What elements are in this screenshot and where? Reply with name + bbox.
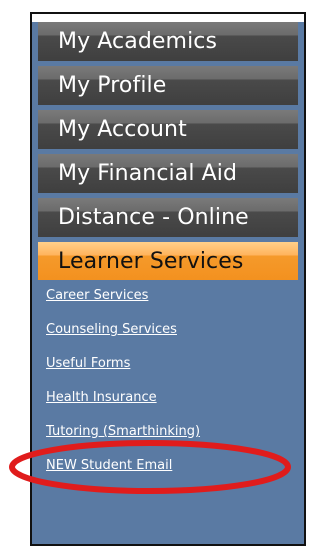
sub-link-tutoring-smarthinking[interactable]: Tutoring (Smarthinking) bbox=[46, 424, 200, 439]
sub-link-counseling-services[interactable]: Counseling Services bbox=[46, 322, 177, 337]
learner-services-submenu: Career Services Counseling Services Usef… bbox=[32, 280, 304, 473]
menu-item-my-profile[interactable]: My Profile bbox=[38, 66, 298, 105]
sub-link-useful-forms[interactable]: Useful Forms bbox=[46, 356, 130, 371]
menu-item-my-account[interactable]: My Account bbox=[38, 110, 298, 149]
menu-item-distance-online[interactable]: Distance - Online bbox=[38, 198, 298, 237]
sub-link-career-services[interactable]: Career Services bbox=[46, 288, 148, 303]
learner-nav-panel: My Academics My Profile My Account My Fi… bbox=[30, 12, 306, 546]
menu-item-my-academics[interactable]: My Academics bbox=[38, 22, 298, 61]
sub-link-new-student-email[interactable]: NEW Student Email bbox=[46, 458, 172, 473]
top-strip bbox=[32, 14, 304, 22]
main-menu: My Academics My Profile My Account My Fi… bbox=[32, 22, 304, 280]
sub-link-health-insurance[interactable]: Health Insurance bbox=[46, 390, 157, 405]
menu-item-learner-services[interactable]: Learner Services bbox=[38, 242, 298, 280]
menu-item-my-financial-aid[interactable]: My Financial Aid bbox=[38, 154, 298, 193]
